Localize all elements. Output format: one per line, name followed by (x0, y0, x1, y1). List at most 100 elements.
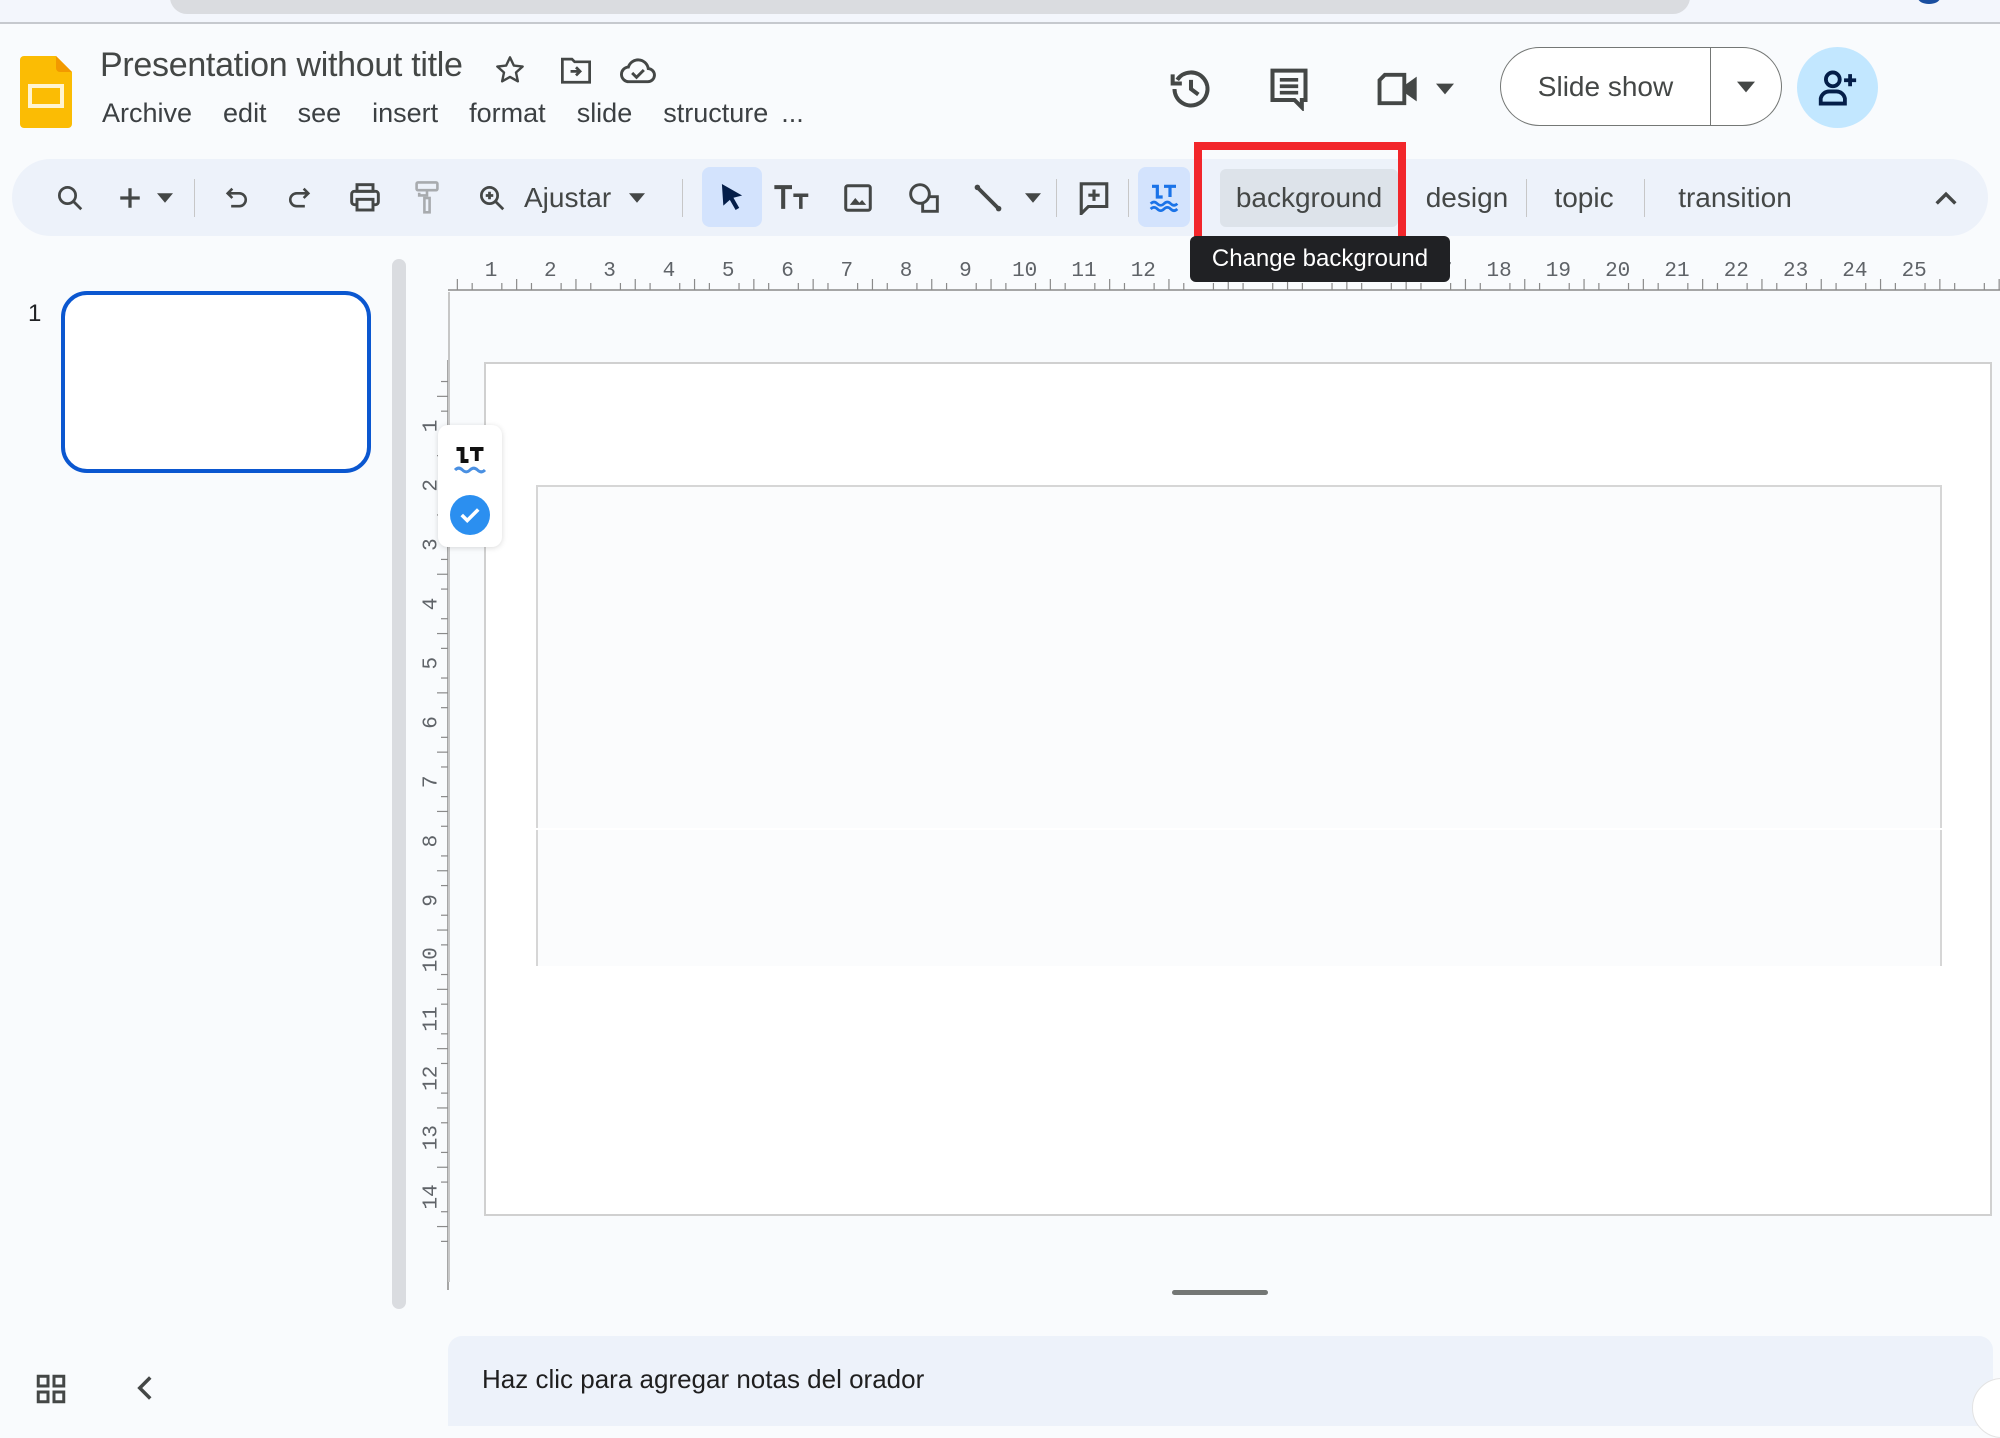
title-placeholder[interactable] (536, 485, 1942, 828)
image-icon (844, 183, 872, 212)
ruler-label: 4 (421, 598, 444, 611)
add-person-icon (1818, 70, 1856, 105)
menu-see[interactable]: see (298, 98, 342, 129)
cloud-saved-icon[interactable] (618, 50, 658, 90)
ruler-label: 9 (421, 894, 444, 907)
text-box-button[interactable] (764, 159, 820, 236)
zoom-label: Ajustar (524, 181, 612, 213)
caret-down-icon (1025, 192, 1041, 203)
ruler-label: 24 (1842, 260, 1867, 283)
ruler-label: 11 (421, 1006, 444, 1031)
caret-down-icon (157, 192, 173, 203)
star-icon[interactable] (490, 50, 530, 90)
menu-edit[interactable]: edit (223, 98, 267, 129)
profile-icon[interactable] (1918, 0, 1940, 4)
topic-button[interactable]: topic (1536, 159, 1632, 236)
subtitle-placeholder[interactable] (536, 830, 1942, 966)
menu-more[interactable]: ... (781, 98, 804, 129)
ruler-label: 7 (421, 775, 444, 788)
redo-button[interactable] (274, 159, 324, 236)
ruler-label: 5 (722, 260, 735, 283)
caret-down-icon (1737, 81, 1755, 92)
ruler-label: 10 (1012, 260, 1037, 283)
new-slide-button[interactable] (112, 159, 148, 236)
zoom-in-icon (480, 185, 505, 210)
ruler-label: 22 (1724, 260, 1749, 283)
design-label: design (1425, 181, 1509, 213)
grid-view-button[interactable] (36, 1374, 66, 1406)
document-title[interactable]: Presentation without title (100, 46, 463, 85)
notes-resize-handle[interactable] (1172, 1290, 1268, 1295)
print-button[interactable] (337, 159, 393, 236)
paint-format-button[interactable] (402, 159, 452, 236)
ruler-label: 8 (900, 260, 913, 283)
ruler-label: 13 (421, 1125, 444, 1150)
check-status-icon[interactable] (450, 495, 490, 535)
meet-button[interactable] (1370, 64, 1460, 114)
ruler-label: 9 (959, 260, 972, 283)
plus-icon (120, 187, 140, 208)
ruler-label: 20 (1605, 260, 1630, 283)
languagetool-logo-icon[interactable] (452, 443, 488, 479)
menu-structure[interactable]: structure (663, 98, 768, 129)
transition-button[interactable]: transition (1660, 159, 1810, 236)
filmstrip-scrollbar[interactable] (392, 259, 406, 1309)
undo-icon (225, 187, 248, 207)
add-comment-icon (1079, 181, 1109, 215)
cursor-arrow-icon (721, 184, 743, 210)
ruler-label: 7 (840, 260, 853, 283)
menu-archive[interactable]: Archive (102, 98, 192, 129)
slide-number: 1 (28, 300, 42, 327)
ruler-label: 23 (1783, 260, 1808, 283)
version-history-icon[interactable] (1164, 64, 1218, 114)
menu-insert[interactable]: insert (372, 98, 438, 129)
transition-label: transition (1678, 181, 1792, 213)
speaker-notes[interactable]: Haz clic para agregar notas del orador (448, 1336, 1993, 1426)
new-slide-layout-dropdown[interactable] (150, 159, 180, 236)
separator (1526, 179, 1527, 217)
share-button[interactable] (1797, 47, 1878, 128)
ruler-label: 21 (1664, 260, 1689, 283)
zoom-dropdown[interactable]: Ajustar (524, 159, 664, 236)
caret-down-icon (1436, 83, 1454, 95)
shapes-icon (909, 182, 939, 213)
line-button[interactable] (960, 159, 1016, 236)
slides-logo-icon[interactable] (20, 56, 72, 128)
ruler-label: 12 (421, 1066, 444, 1091)
search-menus-button[interactable] (42, 159, 98, 236)
select-tool-button[interactable] (702, 167, 762, 227)
collapse-toolbar-button[interactable] (1918, 159, 1974, 236)
browser-chrome (0, 0, 2000, 24)
undo-button[interactable] (212, 159, 262, 236)
add-comment-button[interactable] (1064, 159, 1124, 236)
ruler-label: 18 (1486, 260, 1511, 283)
paint-roller-icon (415, 180, 439, 214)
zoom-button[interactable] (464, 159, 520, 236)
ruler-label: 2 (544, 260, 557, 283)
text-box-icon (774, 184, 809, 209)
menu-slide[interactable]: slide (577, 98, 633, 129)
separator (1056, 179, 1057, 217)
insert-image-button[interactable] (830, 159, 886, 236)
ruler-label: 25 (1902, 260, 1927, 283)
ruler-label: 6 (421, 716, 444, 729)
address-bar[interactable] (170, 0, 1690, 14)
tooltip: Change background (1190, 236, 1450, 282)
chevron-left-icon (137, 1376, 152, 1400)
shape-button[interactable] (896, 159, 952, 236)
move-to-folder-icon[interactable] (556, 50, 596, 90)
slideshow-options-button[interactable] (1711, 48, 1781, 125)
slideshow-button[interactable]: Slide show (1501, 48, 1711, 125)
grid-icon (36, 1374, 66, 1404)
separator (1128, 179, 1129, 217)
search-icon (58, 185, 83, 210)
languagetool-button[interactable] (1138, 167, 1190, 227)
languagetool-icon (1149, 184, 1179, 212)
design-button[interactable]: design (1412, 159, 1522, 236)
collapse-filmstrip-button[interactable] (136, 1374, 160, 1406)
slide-thumbnail[interactable] (61, 291, 371, 473)
comments-icon[interactable] (1262, 64, 1316, 114)
menu-format[interactable]: format (469, 98, 546, 129)
redo-icon (288, 187, 311, 207)
line-type-dropdown[interactable] (1016, 159, 1050, 236)
